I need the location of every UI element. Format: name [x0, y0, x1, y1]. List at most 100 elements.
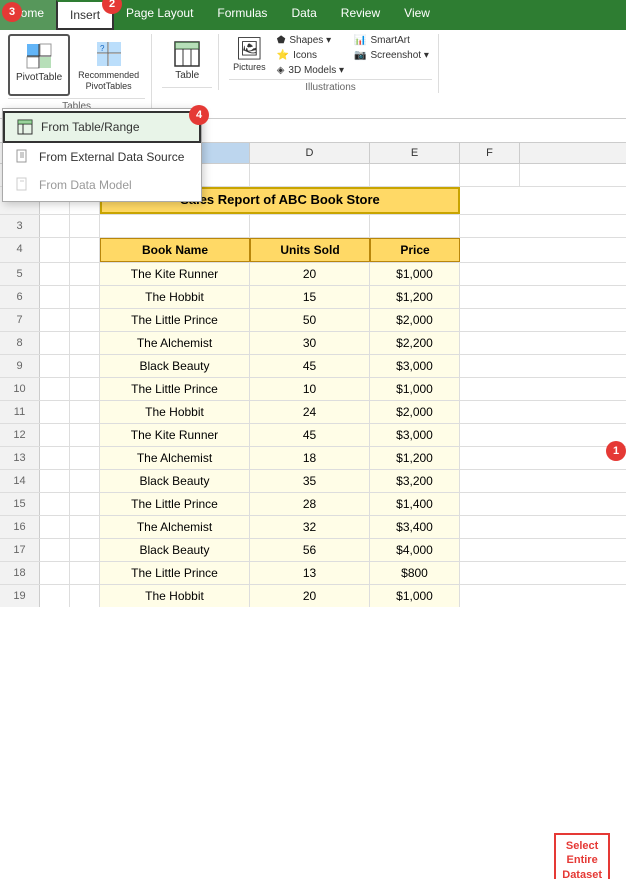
cell-bookname-19[interactable]: The Hobbit [100, 585, 250, 607]
cell-b13[interactable] [70, 447, 100, 469]
header-unitssold[interactable]: Units Sold [250, 238, 370, 262]
cell-a14[interactable] [40, 470, 70, 492]
cell-a11[interactable] [40, 401, 70, 423]
cell-units-13[interactable]: 18 [250, 447, 370, 469]
cell-price-14[interactable]: $3,200 [370, 470, 460, 492]
cell-price-6[interactable]: $1,200 [370, 286, 460, 308]
cell-b15[interactable] [70, 493, 100, 515]
shapes-button[interactable]: ⬟ Shapes ▾ [274, 34, 347, 47]
cell-a17[interactable] [40, 539, 70, 561]
cell-d3[interactable] [250, 215, 370, 237]
cell-b6[interactable] [70, 286, 100, 308]
cell-bookname-16[interactable]: The Alchemist [100, 516, 250, 538]
cell-e1[interactable] [370, 164, 460, 186]
cell-b18[interactable] [70, 562, 100, 584]
cell-price-5[interactable]: $1,000 [370, 263, 460, 285]
table-button[interactable]: Table [162, 34, 212, 85]
cell-units-11[interactable]: 24 [250, 401, 370, 423]
cell-a10[interactable] [40, 378, 70, 400]
screenshot-button[interactable]: 📷 Screenshot ▾ [351, 49, 432, 62]
cell-b10[interactable] [70, 378, 100, 400]
cell-price-16[interactable]: $3,400 [370, 516, 460, 538]
cell-a3[interactable] [40, 215, 70, 237]
cell-units-8[interactable]: 30 [250, 332, 370, 354]
cell-price-10[interactable]: $1,000 [370, 378, 460, 400]
cell-bookname-14[interactable]: Black Beauty [100, 470, 250, 492]
cell-b4[interactable] [70, 238, 100, 262]
cell-units-14[interactable]: 35 [250, 470, 370, 492]
cell-a15[interactable] [40, 493, 70, 515]
cell-price-17[interactable]: $4,000 [370, 539, 460, 561]
cell-bookname-5[interactable]: The Kite Runner [100, 263, 250, 285]
cell-b5[interactable] [70, 263, 100, 285]
col-d-header[interactable]: D [250, 143, 370, 163]
cell-units-7[interactable]: 50 [250, 309, 370, 331]
smartart-button[interactable]: 📊 SmartArt [351, 34, 432, 47]
cell-units-6[interactable]: 15 [250, 286, 370, 308]
tab-page-layout[interactable]: Page Layout [114, 0, 205, 30]
tab-formulas[interactable]: Formulas [205, 0, 279, 30]
cell-price-19[interactable]: $1,000 [370, 585, 460, 607]
cell-price-18[interactable]: $800 [370, 562, 460, 584]
header-bookname[interactable]: Book Name [100, 238, 250, 262]
cell-price-12[interactable]: $3,000 [370, 424, 460, 446]
cell-units-9[interactable]: 45 [250, 355, 370, 377]
pivot-table-button[interactable]: PivotTable [8, 34, 70, 96]
cell-b14[interactable] [70, 470, 100, 492]
cell-price-8[interactable]: $2,200 [370, 332, 460, 354]
cell-b9[interactable] [70, 355, 100, 377]
cell-b16[interactable] [70, 516, 100, 538]
cell-units-15[interactable]: 28 [250, 493, 370, 515]
cell-a7[interactable] [40, 309, 70, 331]
cell-a18[interactable] [40, 562, 70, 584]
cell-units-10[interactable]: 10 [250, 378, 370, 400]
cell-a8[interactable] [40, 332, 70, 354]
cell-b19[interactable] [70, 585, 100, 607]
tab-review[interactable]: Review [329, 0, 392, 30]
cell-b7[interactable] [70, 309, 100, 331]
tab-data[interactable]: Data [279, 0, 328, 30]
3dmodels-button[interactable]: ◈ 3D Models ▾ [274, 64, 347, 77]
from-table-range-item[interactable]: From Table/Range 4 [3, 111, 201, 143]
cell-d1[interactable] [250, 164, 370, 186]
recommended-pivot-button[interactable]: ? RecommendedPivotTables [72, 34, 145, 96]
cell-b3[interactable] [70, 215, 100, 237]
cell-price-9[interactable]: $3,000 [370, 355, 460, 377]
col-f-header[interactable]: F [460, 143, 520, 163]
cell-a19[interactable] [40, 585, 70, 607]
cell-price-7[interactable]: $2,000 [370, 309, 460, 331]
cell-a13[interactable] [40, 447, 70, 469]
cell-bookname-13[interactable]: The Alchemist [100, 447, 250, 469]
icons-button[interactable]: ⭐ Icons [274, 49, 347, 62]
cell-bookname-7[interactable]: The Little Prince [100, 309, 250, 331]
cell-a5[interactable] [40, 263, 70, 285]
cell-e3[interactable] [370, 215, 460, 237]
cell-b8[interactable] [70, 332, 100, 354]
cell-bookname-15[interactable]: The Little Prince [100, 493, 250, 515]
cell-units-19[interactable]: 20 [250, 585, 370, 607]
cell-units-16[interactable]: 32 [250, 516, 370, 538]
cell-bookname-11[interactable]: The Hobbit [100, 401, 250, 423]
cell-price-11[interactable]: $2,000 [370, 401, 460, 423]
cell-a12[interactable] [40, 424, 70, 446]
cell-units-17[interactable]: 56 [250, 539, 370, 561]
cell-a9[interactable] [40, 355, 70, 377]
tab-view[interactable]: View [392, 0, 442, 30]
cell-b12[interactable] [70, 424, 100, 446]
cell-bookname-8[interactable]: The Alchemist [100, 332, 250, 354]
cell-units-18[interactable]: 13 [250, 562, 370, 584]
from-external-item[interactable]: From External Data Source [3, 143, 201, 171]
header-price[interactable]: Price [370, 238, 460, 262]
tab-insert[interactable]: Insert 2 [56, 0, 114, 30]
pictures-button[interactable]: 🖼 Pictures [229, 34, 270, 77]
cell-f1[interactable] [460, 164, 520, 186]
cell-a6[interactable] [40, 286, 70, 308]
from-data-model-item[interactable]: From Data Model [3, 171, 201, 199]
cell-bookname-12[interactable]: The Kite Runner [100, 424, 250, 446]
cell-bookname-17[interactable]: Black Beauty [100, 539, 250, 561]
cell-a4[interactable] [40, 238, 70, 262]
cell-c3[interactable] [100, 215, 250, 237]
cell-bookname-18[interactable]: The Little Prince [100, 562, 250, 584]
cell-units-12[interactable]: 45 [250, 424, 370, 446]
cell-bookname-9[interactable]: Black Beauty [100, 355, 250, 377]
